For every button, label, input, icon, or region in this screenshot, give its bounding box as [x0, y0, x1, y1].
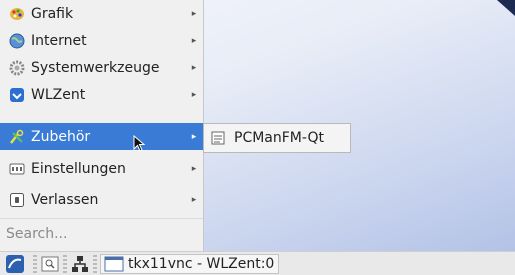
network-icon: [72, 255, 88, 272]
gear-icon: [9, 60, 25, 76]
graphics-icon: [9, 6, 25, 22]
show-desktop-button[interactable]: [40, 253, 60, 275]
start-menu-button[interactable]: [0, 253, 30, 275]
chevron-right-icon: ▸: [191, 35, 197, 46]
menu-item-systemwerkzeuge[interactable]: Systemwerkzeuge ▸: [0, 54, 203, 81]
menu-item-einstellungen[interactable]: Einstellungen ▸: [0, 155, 203, 182]
menu-item-label: Grafik: [31, 5, 74, 22]
exit-icon: [9, 192, 25, 208]
chevron-right-icon: ▸: [191, 131, 197, 142]
menu-item-label: Einstellungen: [31, 160, 126, 177]
menu-item-label: Verlassen: [31, 191, 99, 208]
chevron-right-icon: ▸: [191, 163, 197, 174]
taskbar-window-label: tkx11vnc - WLZent:0: [128, 255, 275, 272]
chevron-right-icon: ▸: [191, 194, 197, 205]
chevron-right-icon: ▸: [191, 62, 197, 73]
menu-item-zubehoer[interactable]: Zubehör ▸: [0, 123, 203, 150]
start-menu-icon: [6, 254, 24, 273]
menu-item-label: Zubehör: [31, 128, 91, 145]
wlzent-icon: [9, 87, 25, 103]
file-manager-icon: [210, 130, 226, 146]
toolbar-separator: [63, 254, 67, 273]
chevron-right-icon: ▸: [191, 8, 197, 19]
taskbar-window-button[interactable]: tkx11vnc - WLZent:0: [100, 253, 280, 274]
menu-item-label: WLZent: [31, 86, 86, 103]
corner-fold: [497, 0, 515, 16]
search-desktop-icon: [41, 256, 59, 271]
globe-icon: [9, 33, 25, 49]
submenu-item-pcmanfm-qt[interactable]: PCManFM-Qt: [234, 130, 324, 146]
settings-icon: [9, 161, 25, 177]
network-button[interactable]: [70, 253, 90, 275]
taskbar: tkx11vnc - WLZent:0: [0, 251, 515, 275]
chevron-right-icon: ▸: [191, 89, 197, 100]
search-input[interactable]: Search...: [0, 218, 203, 248]
application-menu: Grafik ▸ Internet ▸ Systemwerkzeuge ▸ WL…: [0, 0, 204, 251]
accessories-icon: [9, 129, 25, 145]
menu-item-label: Systemwerkzeuge: [31, 59, 160, 76]
window-icon: [104, 256, 124, 271]
submenu-zubehoer: PCManFM-Qt: [203, 123, 351, 153]
menu-item-verlassen[interactable]: Verlassen ▸: [0, 186, 203, 213]
toolbar-separator: [33, 254, 37, 273]
menu-item-grafik[interactable]: Grafik ▸: [0, 0, 203, 27]
menu-item-wlzent[interactable]: WLZent ▸: [0, 81, 203, 108]
menu-item-internet[interactable]: Internet ▸: [0, 27, 203, 54]
mouse-cursor-icon: [133, 135, 146, 152]
toolbar-separator: [93, 254, 97, 273]
menu-item-label: Internet: [31, 32, 87, 49]
